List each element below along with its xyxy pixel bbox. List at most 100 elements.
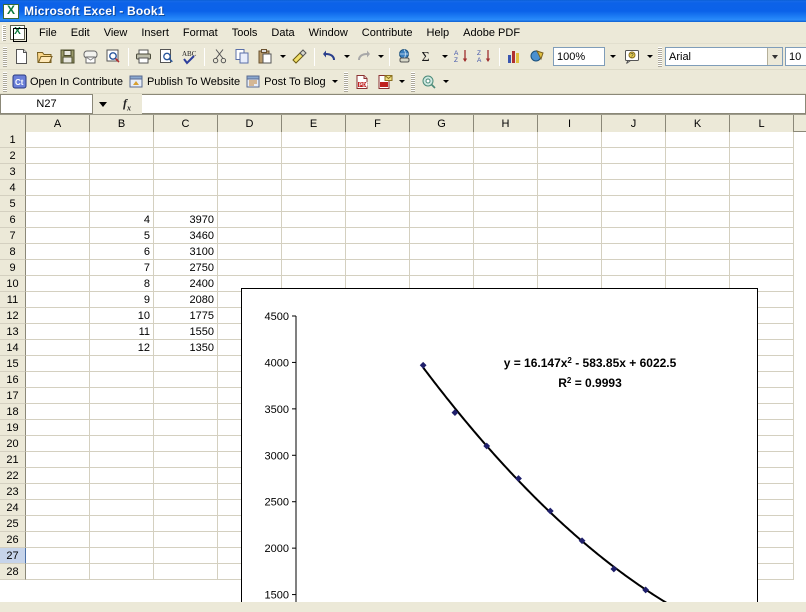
name-box[interactable]: N27 (0, 94, 93, 114)
menu-item-window[interactable]: Window (302, 25, 355, 41)
cell-B9[interactable]: 7 (90, 260, 154, 276)
cell-A9[interactable] (26, 260, 90, 276)
hyperlink-icon[interactable] (393, 46, 416, 68)
zoom-combo[interactable]: 100% (553, 47, 605, 66)
cell-I7[interactable] (538, 228, 602, 244)
column-header-j[interactable]: J (602, 115, 666, 132)
sort-descending-icon[interactable]: ZA (473, 46, 496, 68)
cell-L4[interactable] (730, 180, 794, 196)
row-header-26[interactable]: 26 (0, 532, 26, 548)
cell-E9[interactable] (282, 260, 346, 276)
menu-item-insert[interactable]: Insert (134, 25, 176, 41)
cell-C27[interactable] (154, 548, 218, 564)
cell-A12[interactable] (26, 308, 90, 324)
row-header-18[interactable]: 18 (0, 404, 26, 420)
cell-D8[interactable] (218, 244, 282, 260)
cell-D9[interactable] (218, 260, 282, 276)
cell-A20[interactable] (26, 436, 90, 452)
cell-J7[interactable] (602, 228, 666, 244)
cell-A3[interactable] (26, 164, 90, 180)
cell-F3[interactable] (346, 164, 410, 180)
column-header-d[interactable]: D (218, 115, 282, 132)
cell-B11[interactable]: 9 (90, 292, 154, 308)
cell-A24[interactable] (26, 500, 90, 516)
cell-K5[interactable] (666, 196, 730, 212)
column-header-i[interactable]: I (538, 115, 602, 132)
cell-G5[interactable] (410, 196, 474, 212)
cell-B5[interactable] (90, 196, 154, 212)
row-header-2[interactable]: 2 (0, 148, 26, 164)
cell-F1[interactable] (346, 132, 410, 148)
select-all-corner[interactable] (0, 115, 26, 132)
cell-F8[interactable] (346, 244, 410, 260)
menu-item-contribute[interactable]: Contribute (355, 25, 420, 41)
redo-chevron-down-icon[interactable] (375, 46, 386, 68)
workbook-icon[interactable] (9, 25, 26, 41)
pdf-review-icon[interactable] (418, 71, 441, 93)
cell-H3[interactable] (474, 164, 538, 180)
formula-input[interactable] (142, 94, 806, 114)
cell-A2[interactable] (26, 148, 90, 164)
cell-J4[interactable] (602, 180, 666, 196)
cell-G6[interactable] (410, 212, 474, 228)
save-icon[interactable] (56, 46, 79, 68)
menu-item-format[interactable]: Format (176, 25, 225, 41)
cell-F5[interactable] (346, 196, 410, 212)
menu-grip-handle[interactable] (2, 25, 6, 41)
cell-F4[interactable] (346, 180, 410, 196)
column-header-f[interactable]: F (346, 115, 410, 132)
cell-L7[interactable] (730, 228, 794, 244)
cell-D1[interactable] (218, 132, 282, 148)
cell-C10[interactable]: 2400 (154, 276, 218, 292)
cell-H5[interactable] (474, 196, 538, 212)
menu-item-file[interactable]: File (32, 25, 64, 41)
cell-E5[interactable] (282, 196, 346, 212)
cell-C22[interactable] (154, 468, 218, 484)
undo-chevron-down-icon[interactable] (341, 46, 352, 68)
cell-B27[interactable] (90, 548, 154, 564)
cell-I6[interactable] (538, 212, 602, 228)
row-header-25[interactable]: 25 (0, 516, 26, 532)
cell-L2[interactable] (730, 148, 794, 164)
cell-L5[interactable] (730, 196, 794, 212)
menu-item-help[interactable]: Help (420, 25, 457, 41)
cell-B18[interactable] (90, 404, 154, 420)
cell-D2[interactable] (218, 148, 282, 164)
row-header-28[interactable]: 28 (0, 564, 26, 580)
cell-A11[interactable] (26, 292, 90, 308)
name-box-chevron-down-icon[interactable] (93, 94, 112, 114)
print-icon[interactable] (132, 46, 155, 68)
column-header-b[interactable]: B (90, 115, 154, 132)
copy-icon[interactable] (231, 46, 254, 68)
cell-B1[interactable] (90, 132, 154, 148)
cell-B16[interactable] (90, 372, 154, 388)
pdf-options-chevron-down-icon[interactable] (397, 71, 408, 93)
cell-B10[interactable]: 8 (90, 276, 154, 292)
office-assistant-icon[interactable]: ? (621, 46, 644, 68)
column-header-g[interactable]: G (410, 115, 474, 132)
cell-F9[interactable] (346, 260, 410, 276)
cell-K2[interactable] (666, 148, 730, 164)
cell-H1[interactable] (474, 132, 538, 148)
cell-C26[interactable] (154, 532, 218, 548)
cell-E7[interactable] (282, 228, 346, 244)
formatting-toolbar-grip[interactable] (658, 47, 662, 67)
open-icon[interactable] (33, 46, 56, 68)
row-header-15[interactable]: 15 (0, 356, 26, 372)
cell-H9[interactable] (474, 260, 538, 276)
cell-I4[interactable] (538, 180, 602, 196)
toolbar-overflow-chevron-down-icon[interactable] (644, 46, 655, 68)
cell-A7[interactable] (26, 228, 90, 244)
row-header-20[interactable]: 20 (0, 436, 26, 452)
row-header-27[interactable]: 27 (0, 548, 26, 564)
cell-E1[interactable] (282, 132, 346, 148)
paste-icon[interactable] (254, 46, 277, 68)
cell-C3[interactable] (154, 164, 218, 180)
cell-B7[interactable]: 5 (90, 228, 154, 244)
cell-E8[interactable] (282, 244, 346, 260)
column-header-c[interactable]: C (154, 115, 218, 132)
cell-K3[interactable] (666, 164, 730, 180)
column-header-l[interactable]: L (730, 115, 794, 132)
cell-I3[interactable] (538, 164, 602, 180)
cell-J8[interactable] (602, 244, 666, 260)
